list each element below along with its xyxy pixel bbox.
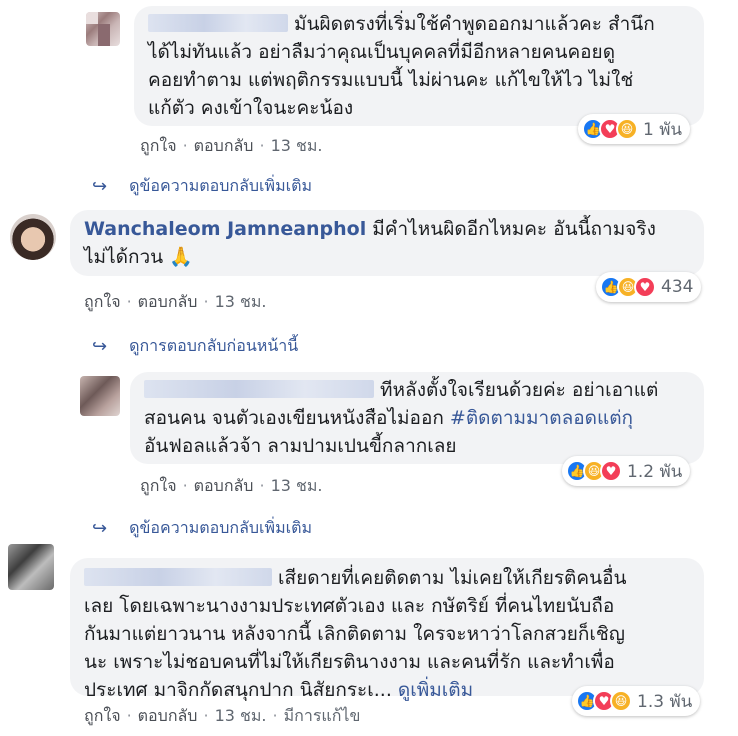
like-link[interactable]: ถูกใจ: [84, 292, 121, 311]
heart-icon: ♥: [634, 276, 656, 298]
comment-text: มันผิดตรงที่เริ่มใช้คำพูดออกมาแล้วคะ สำน…: [294, 13, 655, 35]
comment-text: ประเทศ มาจิกกัดสนุกปาก นิสัยกระเ...: [84, 679, 392, 701]
timestamp[interactable]: 13 ชม.: [271, 476, 323, 495]
blurred-commenter-name[interactable]: [144, 380, 374, 398]
blurred-commenter-name[interactable]: [84, 568, 272, 586]
comment-actions: ถูกใจ · ตอบกลับ · 13 ชม.: [140, 476, 323, 495]
comment-text: นะ เพราะไม่ชอบคนที่ไม่ให้เกียรตินางงาม แ…: [84, 651, 615, 673]
comment-bubble: ทีหลังตั้งใจเรียนด้วยค่ะ อย่าเอาแต่ สอนค…: [130, 372, 704, 464]
comment-bubble: Wanchaleom Jamneanphol มีคำไหนผิดอีกไหมคะ…: [70, 210, 704, 276]
comment-text: ไม่ได้กวน 🙏: [84, 246, 193, 268]
comment-text: แก้ตัว คงเข้าใจนะคะน้อง: [148, 97, 354, 119]
comment-text: มีคำไหนผิดอีกไหมคะ อันนี้ถามจริง: [372, 218, 656, 240]
reply-arrow-icon: ↪: [92, 176, 108, 197]
reaction-summary[interactable]: 👍 ♥ 😆 1 พัน: [578, 114, 691, 144]
avatar[interactable]: [8, 544, 54, 590]
commenter-name[interactable]: Wanchaleom Jamneanphol: [84, 218, 366, 240]
view-more-replies-link[interactable]: ↪ ดูข้อความตอบกลับเพิ่มเติม: [92, 174, 312, 199]
comment-actions: ถูกใจ · ตอบกลับ · 13 ชม.: [84, 292, 267, 311]
timestamp[interactable]: 13 ชม.: [215, 292, 267, 311]
reaction-count: 1 พัน: [643, 119, 683, 140]
timestamp[interactable]: 13 ชม.: [271, 136, 323, 155]
comment-text: คอยทำตาม แต่พฤติกรรมแบบนี้ ไม่ผ่านคะ แก้…: [148, 69, 634, 91]
blurred-commenter-name[interactable]: [148, 14, 288, 32]
reaction-summary[interactable]: 👍 ♥ 😆 1.3 พัน: [572, 686, 701, 716]
timestamp[interactable]: 13 ชม.: [215, 706, 267, 725]
avatar[interactable]: [10, 214, 56, 260]
reply-link[interactable]: ตอบกลับ: [138, 706, 198, 725]
see-more-link[interactable]: ดูเพิ่มเติม: [398, 679, 473, 701]
comment-text: เสียดายที่เคยติดตาม ไม่เคยให้เกียรติคนอื…: [278, 567, 627, 589]
edited-label[interactable]: มีการแก้ไข: [284, 706, 361, 725]
avatar[interactable]: [80, 376, 120, 416]
reaction-count: 434: [661, 277, 694, 297]
view-more-replies-label: ดูข้อความตอบกลับเพิ่มเติม: [129, 518, 313, 537]
avatar[interactable]: [86, 12, 120, 46]
view-previous-replies-link[interactable]: ↪ ดูการตอบกลับก่อนหน้านี้: [92, 334, 298, 359]
hashtag-link[interactable]: #ติดตามมาตลอดแต่กุ: [450, 407, 633, 429]
comment-actions: ถูกใจ · ตอบกลับ · 13 ชม. · มีการแก้ไข: [84, 706, 361, 725]
view-more-replies-label: ดูข้อความตอบกลับเพิ่มเติม: [129, 176, 313, 195]
reaction-summary[interactable]: 👍 😆 ♥ 434: [596, 272, 702, 302]
laughing-face-icon: 😆: [610, 690, 632, 712]
comment-bubble: เสียดายที่เคยติดตาม ไม่เคยให้เกียรติคนอื…: [70, 558, 704, 701]
comment-text: สอนคน จนตัวเองเขียนหนังสือไม่ออก: [144, 407, 450, 429]
view-more-replies-link[interactable]: ↪ ดูข้อความตอบกลับเพิ่มเติม: [92, 516, 312, 541]
comment-text: เลย โดยเฉพาะนางงามประเทศตัวเอง และ กษัตร…: [84, 595, 615, 617]
comment-bubble: มันผิดตรงที่เริ่มใช้คำพูดออกมาแล้วคะ สำน…: [134, 6, 704, 126]
like-link[interactable]: ถูกใจ: [140, 476, 177, 495]
like-link[interactable]: ถูกใจ: [140, 136, 177, 155]
comment-text: กันมาแต่ยาวนาน หลังจากนี้ เลิกติดตาม ใคร…: [84, 623, 625, 645]
reaction-count: 1.3 พัน: [637, 691, 693, 712]
view-previous-replies-label: ดูการตอบกลับก่อนหน้านี้: [129, 336, 299, 355]
reaction-count: 1.2 พัน: [627, 461, 683, 482]
like-link[interactable]: ถูกใจ: [84, 706, 121, 725]
comment-actions: ถูกใจ · ตอบกลับ · 13 ชม.: [140, 136, 323, 155]
laughing-face-icon: 😆: [616, 118, 638, 140]
reply-link[interactable]: ตอบกลับ: [194, 136, 254, 155]
reaction-summary[interactable]: 👍 😆 ♥ 1.2 พัน: [562, 456, 691, 486]
reply-arrow-icon: ↪: [92, 336, 108, 357]
heart-icon: ♥: [600, 460, 622, 482]
comment-text: ทีหลังตั้งใจเรียนด้วยค่ะ อย่าเอาแต่: [380, 379, 659, 401]
reply-link[interactable]: ตอบกลับ: [138, 292, 198, 311]
comment-text: อันฟอลแล้วจ้า ลามปามเปนขี้กลากเลย: [144, 435, 457, 457]
reply-link[interactable]: ตอบกลับ: [194, 476, 254, 495]
comment-text: ได้ไม่ทันแล้ว อย่าลืมว่าคุณเป็นบุคคลที่ม…: [148, 41, 616, 63]
reply-arrow-icon: ↪: [92, 518, 108, 539]
